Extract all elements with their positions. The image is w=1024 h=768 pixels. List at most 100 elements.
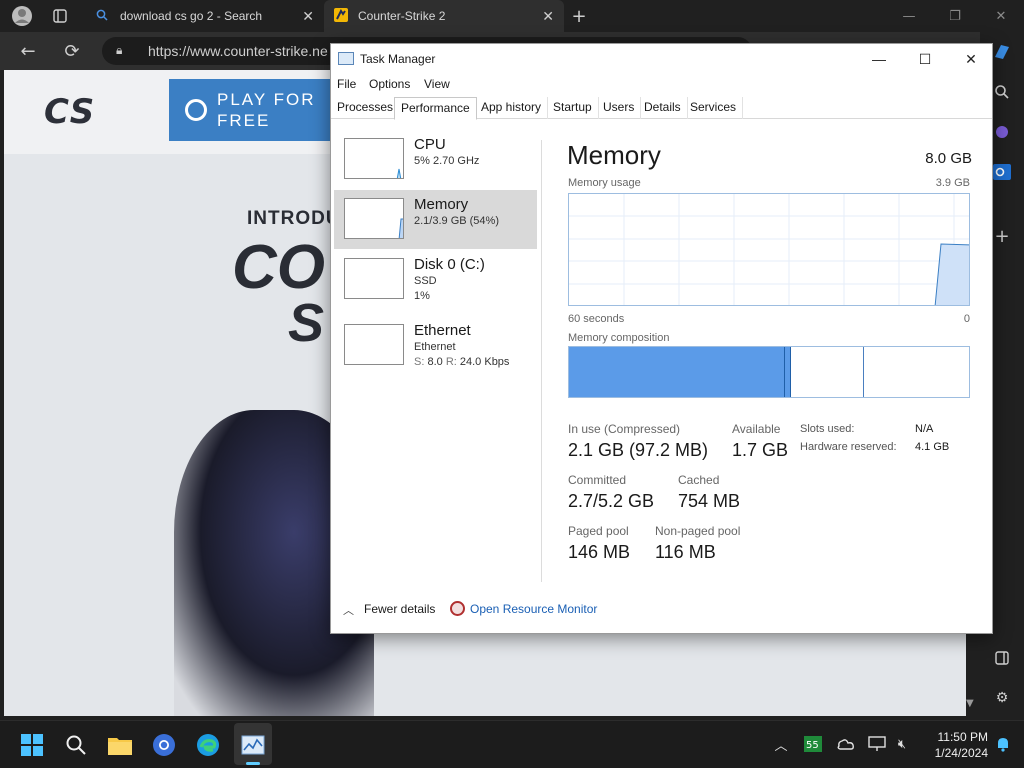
maximize-icon[interactable]: ☐ <box>902 44 948 74</box>
resource-name: CPU <box>414 136 446 153</box>
refresh-icon[interactable]: ⟳ <box>60 39 84 63</box>
tab-users[interactable]: Users <box>597 97 642 119</box>
resource-cpu[interactable]: CPU 5% 2.70 GHz <box>334 130 537 189</box>
tray-app-badge-icon[interactable]: 55 <box>804 735 822 753</box>
graph-axis-right: 0 <box>963 313 970 325</box>
tab-title: download cs go 2 - Search <box>120 9 263 23</box>
back-arrow-icon[interactable]: ← <box>16 39 40 63</box>
memory-usage-graph <box>568 193 970 306</box>
memory-usage-area <box>934 243 969 305</box>
show-hidden-icons-chevron-icon[interactable]: ︿ <box>772 735 790 754</box>
file-explorer-icon[interactable] <box>106 731 134 759</box>
task-manager-footer: ︿ Fewer details Open Resource Monitor <box>331 599 992 623</box>
memory-usage-max: 3.9 GB <box>935 177 970 189</box>
play-button-label: PLAY FOR FREE <box>217 90 316 130</box>
cpu-mini-graph <box>344 138 404 179</box>
tab-services[interactable]: Services <box>684 97 744 119</box>
tray-badge-text: 55 <box>806 740 819 751</box>
task-manager-titlebar[interactable]: Task Manager — ☐ ✕ <box>331 44 992 74</box>
stat-paged-pool-label: Paged pool <box>568 524 629 538</box>
resource-throughput: S: 8.0 R: 24.0 Kbps <box>414 356 510 368</box>
chrome-browser-icon[interactable] <box>150 731 178 759</box>
memory-composition-bar <box>568 346 970 398</box>
edge-browser-icon[interactable] <box>194 731 222 759</box>
restore-icon[interactable]: ❐ <box>932 0 978 32</box>
games-icon[interactable] <box>990 120 1014 144</box>
stat-nonpaged-pool-label: Non-paged pool <box>655 524 741 538</box>
chevron-up-icon[interactable]: ︿ <box>343 602 354 618</box>
notification-bell-icon[interactable] <box>994 735 1012 753</box>
windows-start-icon[interactable] <box>18 731 46 759</box>
cs-favicon-icon <box>334 8 348 25</box>
tab-processes[interactable]: Processes <box>331 97 401 119</box>
memory-mini-graph <box>344 198 404 239</box>
taskbar-search-icon[interactable] <box>62 731 90 759</box>
tab-performance[interactable]: Performance <box>394 97 477 120</box>
add-icon[interactable]: + <box>990 224 1014 248</box>
profile-avatar-icon[interactable] <box>10 4 34 28</box>
tab-search[interactable]: download cs go 2 - Search ✕ <box>84 0 324 32</box>
tab-actions-icon[interactable] <box>48 4 72 28</box>
tab-counter-strike[interactable]: Counter-Strike 2 ✕ <box>324 0 564 32</box>
resource-memory[interactable]: Memory 2.1/3.9 GB (54%) <box>334 190 537 249</box>
resource-ethernet[interactable]: Ethernet Ethernet S: 8.0 R: 24.0 Kbps <box>334 316 537 375</box>
resource-monitor-icon <box>450 601 465 616</box>
hero-title-line2: S <box>288 293 325 353</box>
tab-strip: Processes Performance App history Startu… <box>331 97 992 120</box>
lock-icon: 🔒︎ <box>116 43 123 57</box>
open-resource-monitor-link[interactable]: Open Resource Monitor <box>470 602 597 616</box>
usage-graph-svg <box>569 194 969 305</box>
search-icon[interactable] <box>990 80 1014 104</box>
close-tab-icon[interactable]: ✕ <box>542 8 554 25</box>
resource-name: Memory <box>414 196 469 213</box>
task-manager-app-icon <box>338 52 354 65</box>
resource-disk[interactable]: Disk 0 (C:) SSD 1% <box>334 250 537 309</box>
task-manager-window: Task Manager — ☐ ✕ File Options View Pro… <box>330 43 993 634</box>
task-manager-taskbar-icon[interactable] <box>239 731 267 759</box>
menu-file[interactable]: File <box>337 77 356 91</box>
settings-gear-icon[interactable]: ⚙ <box>990 686 1014 710</box>
tab-title: Counter-Strike 2 <box>358 9 446 23</box>
split-screen-icon[interactable] <box>990 646 1014 670</box>
taskbar-clock[interactable]: 11:50 PM 1/24/2024 <box>920 729 988 761</box>
browser-window-controls: — ❐ ✕ <box>886 0 1024 32</box>
memory-usage-label: Memory usage <box>568 177 641 189</box>
composition-standby-divider <box>863 347 864 397</box>
tab-app-history[interactable]: App history <box>475 97 549 119</box>
stat-in-use-label: In use (Compressed) <box>568 422 681 436</box>
browser-tab-bar: download cs go 2 - Search ✕ Counter-Stri… <box>0 0 1024 32</box>
network-icon[interactable] <box>868 735 886 753</box>
minimize-icon[interactable]: — <box>856 44 902 74</box>
menu-view[interactable]: View <box>424 77 450 91</box>
minimize-icon[interactable]: — <box>886 0 932 32</box>
tab-startup[interactable]: Startup <box>547 97 599 119</box>
close-tab-icon[interactable]: ✕ <box>302 8 314 25</box>
slots-used-label: Slots used: <box>800 423 855 435</box>
stat-committed-value: 2.7/5.2 GB <box>568 491 655 511</box>
menu-bar: File Options View <box>331 74 992 96</box>
scroll-down-icon[interactable]: ▼ <box>966 698 978 712</box>
stat-available-label: Available <box>732 422 781 436</box>
cs-logo[interactable]: CS <box>44 92 96 132</box>
stat-paged-pool-value: 146 MB <box>568 542 631 562</box>
fewer-details-button[interactable]: Fewer details <box>364 602 435 616</box>
hardware-reserved-value: 4.1 GB <box>915 441 950 453</box>
close-icon[interactable]: ✕ <box>978 0 1024 32</box>
onedrive-cloud-icon[interactable] <box>836 735 854 753</box>
stat-cached-value: 754 MB <box>678 491 741 511</box>
tab-details[interactable]: Details <box>638 97 688 119</box>
menu-options[interactable]: Options <box>369 77 410 91</box>
slots-used-value: N/A <box>915 423 934 435</box>
outlook-icon[interactable] <box>990 160 1014 184</box>
resource-list: CPU 5% 2.70 GHz Memory 2.1/3.9 GB (54%) … <box>331 120 541 580</box>
stat-cached-label: Cached <box>678 473 720 487</box>
memory-total: 8.0 GB <box>925 150 972 167</box>
detail-title: Memory <box>567 140 661 170</box>
play-for-free-button[interactable]: PLAY FOR FREE <box>169 79 339 141</box>
volume-muted-icon[interactable]: 🔇︎ <box>893 735 911 753</box>
new-tab-icon[interactable]: + <box>567 4 591 28</box>
resource-detail: SSD <box>414 275 437 287</box>
steam-icon <box>185 99 207 121</box>
close-icon[interactable]: ✕ <box>948 44 994 74</box>
stat-committed-label: Committed <box>568 473 627 487</box>
